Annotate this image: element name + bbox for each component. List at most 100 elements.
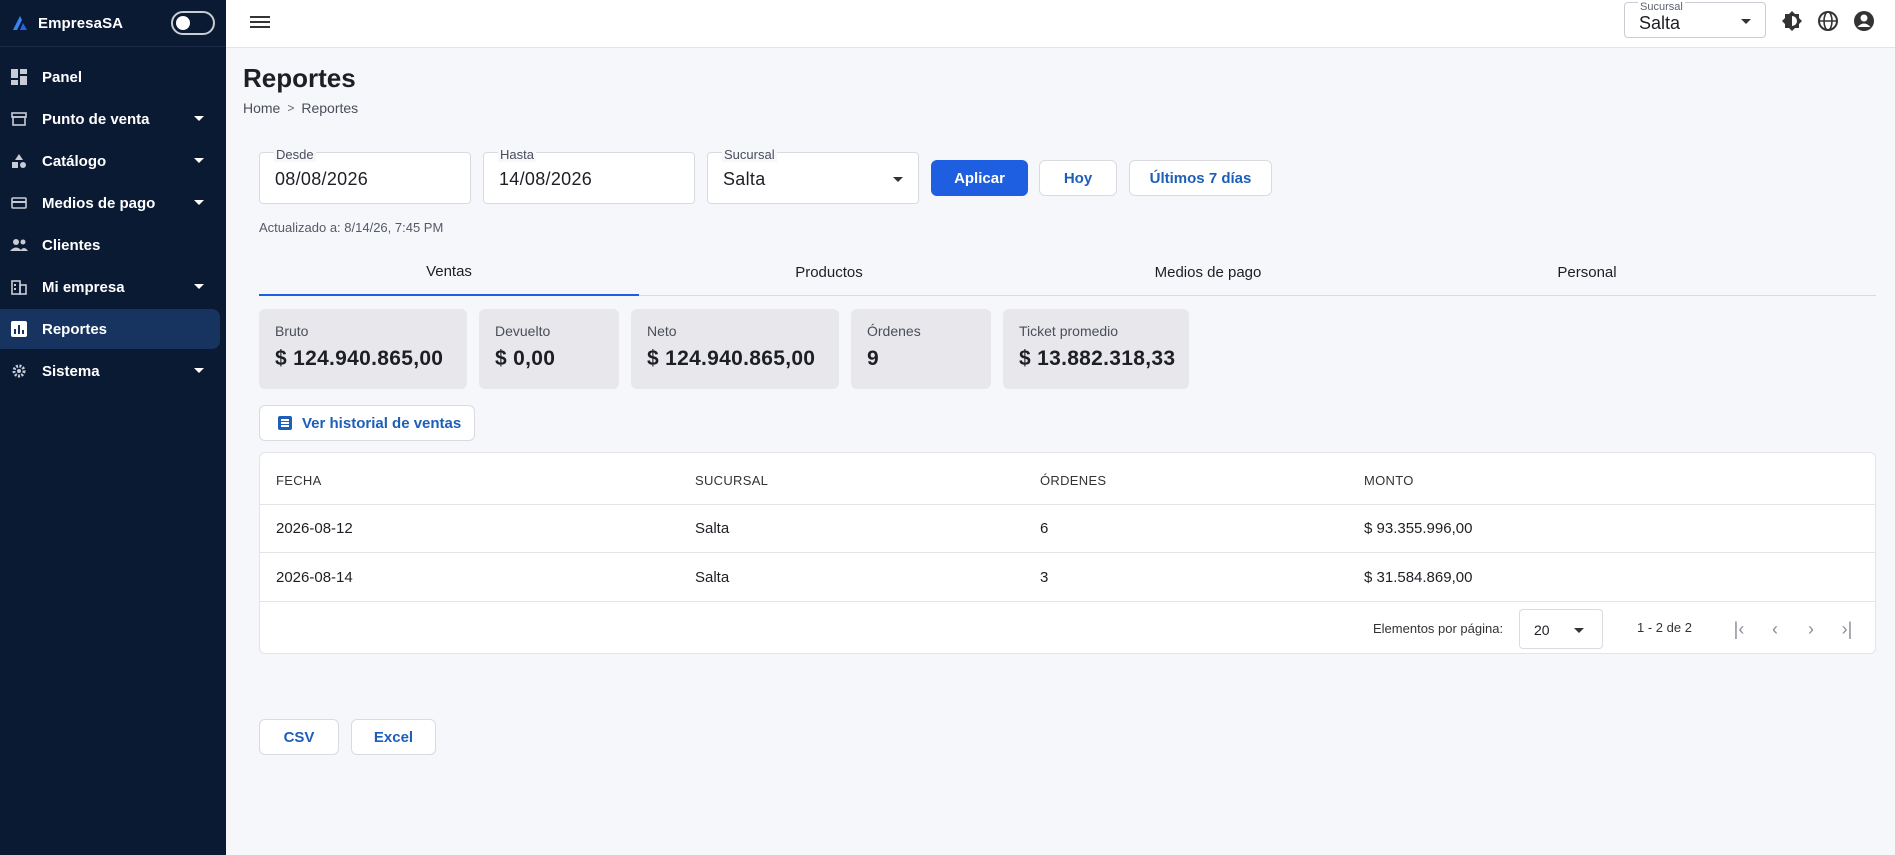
first-page-icon[interactable]: |‹: [1727, 617, 1751, 641]
dropdown-arrow-icon: [1574, 628, 1584, 633]
theme-toggle[interactable]: [171, 11, 215, 35]
last-7-days-button[interactable]: Últimos 7 días: [1129, 160, 1272, 196]
column-header-sucursal[interactable]: SUCURSAL: [695, 473, 768, 488]
tab-productos[interactable]: Productos: [639, 248, 1019, 296]
sidebar-item-label: Medios de pago: [42, 194, 156, 212]
sidebar-item-punto-de-venta[interactable]: Punto de venta: [0, 99, 220, 139]
sales-history-label: Ver historial de ventas: [302, 414, 462, 432]
brightness-icon[interactable]: [1780, 9, 1804, 33]
export-excel-button[interactable]: Excel: [351, 719, 436, 755]
sidebar-item-sistema[interactable]: Sistema: [0, 351, 220, 391]
column-header-fecha[interactable]: FECHA: [276, 473, 322, 488]
gear-icon: [10, 362, 28, 380]
sidebar-item-label: Panel: [42, 68, 83, 86]
main-content: Reportes Home > Reportes Desde 08/08/202…: [226, 48, 1895, 855]
brand-logo-icon: [13, 16, 27, 30]
tab-personal[interactable]: Personal: [1397, 248, 1777, 296]
page-range: 1 - 2 de 2: [1637, 620, 1692, 635]
list-icon: [278, 416, 292, 430]
sidebar-item-clientes[interactable]: Clientes: [0, 225, 220, 265]
page-title: Reportes: [243, 63, 356, 93]
hasta-date-field[interactable]: Hasta 14/08/2026: [483, 147, 695, 204]
cell-sucursal: Salta: [695, 569, 730, 586]
dashboard-icon: [10, 68, 28, 86]
sidebar-item-mi-empresa[interactable]: Mi empresa: [0, 267, 220, 307]
sidebar-item-label: Clientes: [42, 236, 101, 254]
cell-monto: $ 93.355.996,00: [1364, 520, 1473, 537]
account-icon[interactable]: [1852, 9, 1876, 33]
toggle-knob: [176, 16, 190, 30]
desde-date-field[interactable]: Desde 08/08/2026: [259, 147, 471, 204]
next-page-icon[interactable]: ›: [1799, 617, 1823, 641]
summary-value: $ 124.940.865,00: [275, 347, 444, 370]
table-row[interactable]: 2026-08-12 Salta 6 $ 93.355.996,00: [260, 505, 1875, 553]
page-size-label: Elementos por página:: [1373, 621, 1504, 636]
sidebar-item-label: Punto de venta: [42, 110, 150, 128]
cell-fecha: 2026-08-12: [276, 520, 353, 537]
sales-table: FECHA SUCURSAL ÓRDENES MONTO 2026-08-12 …: [259, 452, 1876, 654]
sidebar-item-panel[interactable]: Panel: [0, 57, 220, 97]
summary-card-bruto: Bruto $ 124.940.865,00: [259, 309, 467, 389]
chevron-down-icon: [194, 200, 204, 205]
sales-history-button[interactable]: Ver historial de ventas: [259, 405, 475, 441]
paginator: Elementos por página: 20 1 - 2 de 2 |‹ ‹…: [260, 603, 1875, 655]
summary-label: Órdenes: [867, 323, 921, 339]
branch-select-value: Salta: [1639, 13, 1681, 33]
cell-sucursal: Salta: [695, 520, 730, 537]
summary-value: $ 13.882.318,33: [1019, 347, 1176, 370]
tab-ventas[interactable]: Ventas: [259, 248, 639, 296]
summary-value: $ 0,00: [495, 347, 556, 370]
column-header-monto[interactable]: MONTO: [1364, 473, 1414, 488]
summary-card-ordenes: Órdenes 9: [851, 309, 991, 389]
branch-select-label: Sucursal: [1638, 1, 1685, 13]
table-row[interactable]: 2026-08-14 Salta 3 $ 31.584.869,00: [260, 554, 1875, 602]
summary-value: $ 124.940.865,00: [647, 347, 816, 370]
updated-timestamp: Actualizado a: 8/14/26, 7:45 PM: [259, 220, 444, 235]
last-page-icon[interactable]: ›|: [1835, 617, 1859, 641]
report-tabs: Ventas Productos Medios de pago Personal: [259, 248, 1876, 296]
people-icon: [10, 236, 28, 254]
chevron-right-icon: >: [287, 101, 295, 115]
page-size-select[interactable]: 20: [1519, 609, 1603, 649]
branch-select[interactable]: Sucursal Salta: [1624, 1, 1766, 38]
store-icon: [10, 110, 28, 128]
sidebar-item-medios-de-pago[interactable]: Medios de pago: [0, 183, 220, 223]
summary-label: Devuelto: [495, 323, 551, 339]
dropdown-arrow-icon: [893, 177, 903, 182]
export-csv-button[interactable]: CSV: [259, 719, 339, 755]
building-icon: [10, 278, 28, 296]
sidebar: EmpresaSA Panel Punto de venta Catálogo: [0, 0, 226, 855]
sucursal-label: Sucursal: [722, 147, 777, 162]
globe-icon[interactable]: [1816, 9, 1840, 33]
sidebar-item-label: Catálogo: [42, 152, 107, 170]
today-button[interactable]: Hoy: [1039, 160, 1117, 196]
sidebar-item-label: Sistema: [42, 362, 100, 380]
hasta-label: Hasta: [498, 147, 536, 162]
summary-label: Ticket promedio: [1019, 323, 1119, 339]
sidebar-item-catalogo[interactable]: Catálogo: [0, 141, 220, 181]
summary-label: Bruto: [275, 323, 309, 339]
brand-name: EmpresaSA: [38, 14, 124, 32]
chevron-down-icon: [194, 158, 204, 163]
breadcrumb-home[interactable]: Home: [243, 100, 280, 116]
tab-medios-de-pago[interactable]: Medios de pago: [1018, 248, 1398, 296]
column-header-ordenes[interactable]: ÓRDENES: [1040, 473, 1106, 488]
breadcrumb-current: Reportes: [301, 100, 359, 116]
chevron-down-icon: [194, 284, 204, 289]
menu-icon[interactable]: [250, 13, 270, 33]
sidebar-item-label: Reportes: [42, 320, 108, 338]
hasta-value: 14/08/2026: [499, 169, 593, 189]
previous-page-icon[interactable]: ‹: [1763, 617, 1787, 641]
cell-fecha: 2026-08-14: [276, 569, 353, 586]
summary-card-neto: Neto $ 124.940.865,00: [631, 309, 839, 389]
apply-button[interactable]: Aplicar: [931, 160, 1028, 196]
summary-value: 9: [867, 347, 879, 370]
sucursal-select[interactable]: Sucursal Salta: [707, 147, 919, 204]
sucursal-value: Salta: [723, 169, 766, 189]
chevron-down-icon: [194, 116, 204, 121]
summary-card-ticket-promedio: Ticket promedio $ 13.882.318,33: [1003, 309, 1189, 389]
breadcrumb: Home > Reportes: [243, 100, 358, 116]
page-size-value: 20: [1534, 622, 1550, 638]
sidebar-item-reportes[interactable]: Reportes: [0, 309, 220, 349]
cell-ordenes: 3: [1040, 569, 1049, 586]
